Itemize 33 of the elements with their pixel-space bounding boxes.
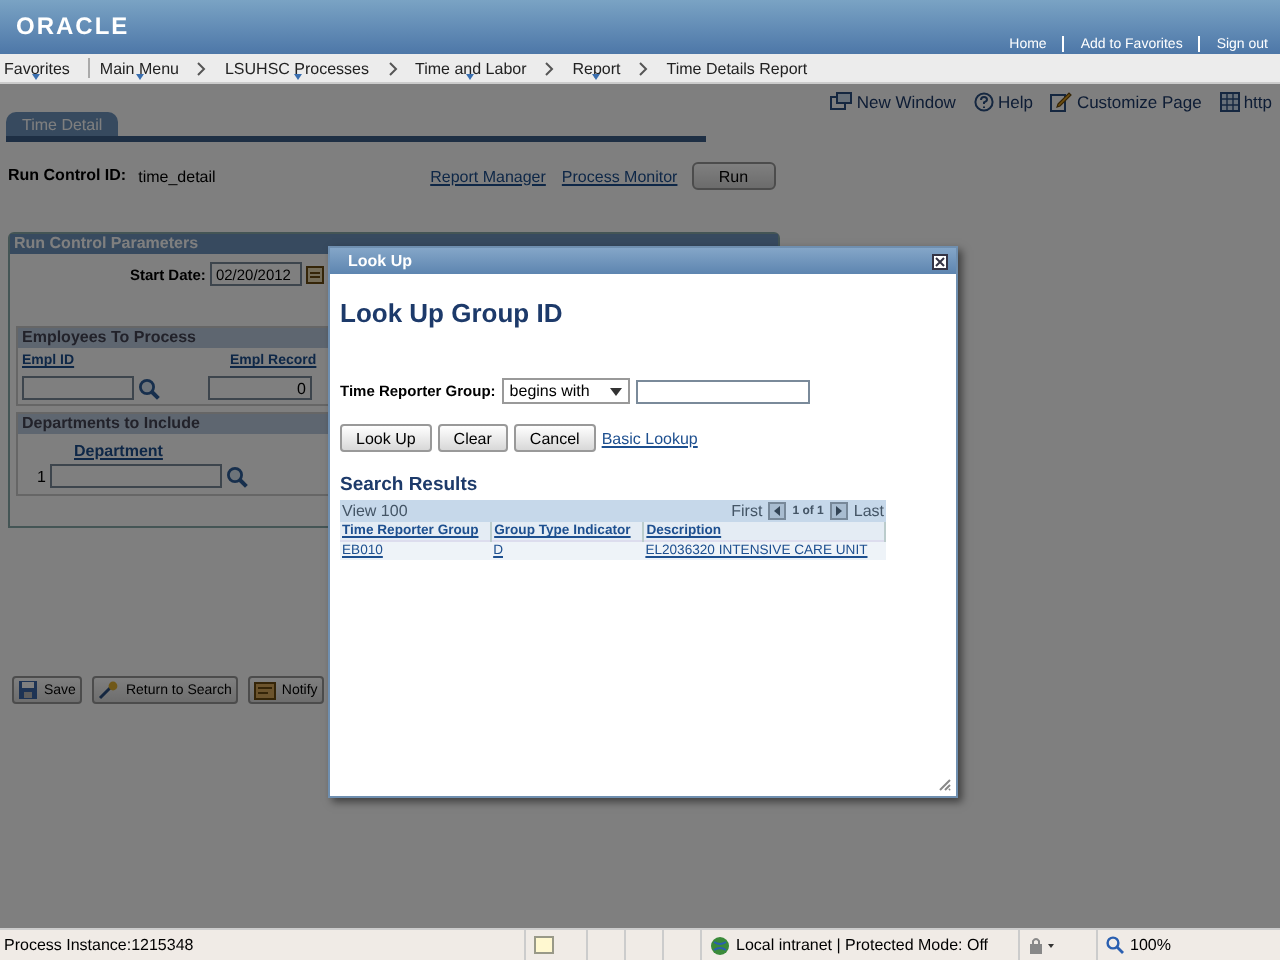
run-button[interactable]: Run (691, 162, 776, 190)
empl-record-field[interactable]: 0 (208, 376, 312, 400)
lookup-button[interactable]: Clear (437, 424, 508, 452)
breadcrumb-menu[interactable]: Report (572, 59, 621, 77)
results-heading: Search Results (340, 474, 480, 496)
breadcrumb-menu[interactable]: Time and Labor (415, 59, 527, 77)
oracle-logo: ORACLE (16, 12, 130, 40)
view-link[interactable]: View 100 (342, 502, 408, 520)
column-header[interactable]: Department (74, 442, 163, 460)
lookup-button[interactable]: Cancel (513, 424, 596, 452)
status-text: Process Instance:1215348 (2, 936, 196, 954)
row-number: 1 (35, 467, 46, 485)
toolbar-link[interactable]: New Window (856, 91, 956, 111)
dialog-heading: Look Up Group ID (340, 298, 565, 328)
toolbar-link[interactable]: Customize Page (1076, 91, 1202, 111)
toolbar-link[interactable]: http (1243, 91, 1272, 111)
field-value: time_detail (138, 167, 218, 185)
breadcrumb-menu[interactable]: Favorites (4, 59, 70, 77)
field-label: Run Control ID: (8, 164, 127, 188)
first-link[interactable]: First (731, 502, 763, 520)
breadcrumb-menu[interactable]: Main Menu (99, 59, 179, 77)
toolbar-link[interactable]: Help (997, 91, 1033, 111)
breadcrumb-menu[interactable]: LSUHSC Processes (224, 59, 370, 77)
zoom-level[interactable]: 100% (1130, 936, 1171, 954)
breadcrumb-menu[interactable]: Time Details Report (666, 59, 808, 77)
report-link[interactable]: Process Monitor (561, 167, 678, 185)
dialog-title: Look Up (348, 252, 412, 270)
basic-lookup-link[interactable]: Basic Lookup (601, 429, 698, 447)
last-link[interactable]: Last (853, 502, 884, 520)
zone-text: Local intranet | Protected Mode: Off (736, 936, 988, 954)
report-link[interactable]: Report Manager (430, 167, 546, 185)
operator-dropdown[interactable]: begins with (501, 378, 630, 404)
lookup-button[interactable]: Look Up (340, 424, 432, 452)
